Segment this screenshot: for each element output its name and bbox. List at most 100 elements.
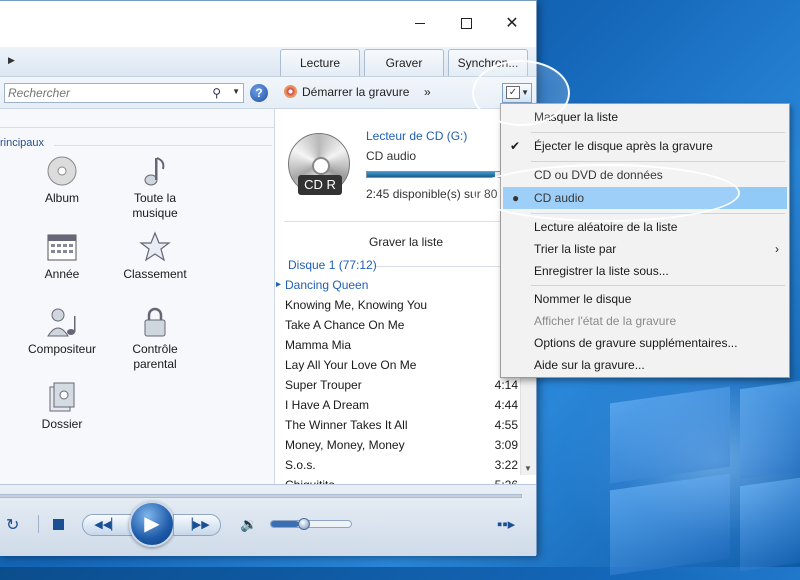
category-composer[interactable]: Compositeur xyxy=(17,306,107,357)
play-button[interactable]: ▶ xyxy=(129,501,175,547)
track-list: Dancing Queen3:Knowing Me, Knowing You4:… xyxy=(276,275,520,495)
previous-button[interactable]: ◀◀▏ xyxy=(82,514,132,536)
burn-disc-icon xyxy=(284,85,297,98)
track-row[interactable]: I Have A Dream 4:44 xyxy=(276,395,520,415)
drive-name-link[interactable]: Lecteur de CD (G:) xyxy=(366,129,467,143)
category-label: Dossier xyxy=(41,417,83,431)
track-title: Super Trouper xyxy=(285,378,362,392)
close-button[interactable]: ✕ xyxy=(489,9,535,39)
calendar-icon xyxy=(47,234,77,261)
track-row[interactable]: S.o.s. 3:22 xyxy=(276,455,520,475)
next-button[interactable]: ▕▶▶ xyxy=(173,514,221,536)
help-icon[interactable]: ? xyxy=(250,84,268,102)
highlight-ellipse xyxy=(472,164,740,222)
tab-graver[interactable]: Graver xyxy=(364,49,444,76)
track-duration: 3:22 xyxy=(494,458,518,472)
search-icon[interactable]: ⚲ xyxy=(212,86,221,100)
stop-button[interactable] xyxy=(53,519,64,530)
windows-logo-pane xyxy=(610,386,730,484)
tab-bar: ▶ Lecture Graver Synchron... xyxy=(0,47,536,77)
divider xyxy=(284,221,532,222)
category-all-music[interactable]: Toute la musique xyxy=(110,155,200,221)
track-title: Lay All Your Love On Me xyxy=(285,358,417,372)
category-rating[interactable]: Classement xyxy=(110,231,200,282)
category-year[interactable]: Année xyxy=(17,231,107,282)
menu-item-sort-list[interactable]: Trier la liste par › xyxy=(501,238,789,260)
highlight-ellipse xyxy=(472,60,570,126)
album-disc-icon xyxy=(47,156,77,186)
menu-item-label: Trier la liste par xyxy=(534,242,617,256)
menu-separator xyxy=(531,132,785,133)
disc-capacity-fill xyxy=(367,172,496,177)
section-heading: rincipaux xyxy=(0,137,45,149)
track-duration: 4:44 xyxy=(494,398,518,412)
track-title: Knowing Me, Knowing You xyxy=(285,298,428,312)
seek-bar[interactable] xyxy=(0,494,522,498)
track-row[interactable]: Dancing Queen3: xyxy=(276,275,520,295)
menu-item-label: Options de gravure supplémentaires... xyxy=(534,336,738,350)
chevron-right-icon: › xyxy=(775,242,779,256)
category-label: Contrôle parental xyxy=(132,342,178,371)
volume-slider[interactable] xyxy=(270,520,352,528)
expand-arrow-icon[interactable]: ▶ xyxy=(8,55,15,66)
burn-options-menu: Masquer la liste ✔ Éjecter le disque aprè… xyxy=(500,103,790,378)
menu-item-label: Lecture aléatoire de la liste xyxy=(534,220,678,234)
track-row[interactable]: The Winner Takes It All 4:55 xyxy=(276,415,520,435)
start-burn-label: Démarrer la gravure xyxy=(302,85,410,99)
track-row[interactable]: Money, Money, Money 3:09 xyxy=(276,435,520,455)
category-truncated[interactable]: nt xyxy=(0,341,12,356)
category-label: Album xyxy=(44,191,79,205)
volume-icon[interactable]: 🔉 xyxy=(240,516,257,533)
switch-to-now-playing-icon[interactable]: ▪▪▸ xyxy=(497,515,515,533)
search-box: ⚲ ▼ xyxy=(4,83,244,103)
divider xyxy=(0,127,275,128)
menu-item-label: Nommer le disque xyxy=(534,292,632,306)
start-burn-button[interactable]: Démarrer la gravure xyxy=(284,85,409,99)
category-parental-control[interactable]: Contrôle parental xyxy=(110,306,200,372)
burn-list-title: Graver la liste xyxy=(368,235,444,249)
track-title: Take A Chance On Me xyxy=(285,318,405,332)
track-duration: 4:14 xyxy=(494,378,518,392)
search-input[interactable] xyxy=(5,84,200,102)
disc-capacity-bar xyxy=(366,171,501,178)
minimize-button[interactable] xyxy=(397,9,443,39)
category-label: Compositeur xyxy=(27,342,97,356)
menu-item-burn-help[interactable]: Aide sur la gravure... xyxy=(501,354,789,376)
search-dropdown-icon[interactable]: ▼ xyxy=(232,87,240,96)
track-title: Money, Money, Money xyxy=(285,438,405,452)
category-label: Toute la musique xyxy=(132,191,178,220)
category-label: Classement xyxy=(123,267,187,281)
menu-item-save-list-as[interactable]: Enregistrer la liste sous... xyxy=(501,260,789,282)
repeat-icon[interactable]: ↻ xyxy=(6,515,19,535)
menu-separator xyxy=(531,161,785,162)
track-row[interactable]: Mamma Mia4: xyxy=(276,335,520,355)
media-player-window: ✕ ▶ Lecture Graver Synchron... ⚲ ▼ ? Dém… xyxy=(0,0,537,556)
category-album[interactable]: Album xyxy=(17,155,107,206)
checkmark-icon: ✔ xyxy=(510,139,521,153)
menu-item-label: Afficher l'état de la gravure xyxy=(534,314,677,328)
volume-knob[interactable] xyxy=(298,518,310,530)
menu-item-eject-after-burn[interactable]: ✔ Éjecter le disque après la gravure xyxy=(501,135,789,157)
disc-header[interactable]: Disque 1 (77:12) xyxy=(288,258,377,272)
track-title: Mamma Mia xyxy=(285,338,352,352)
category-folder[interactable]: Dossier xyxy=(17,381,107,432)
volume-fill xyxy=(271,521,299,527)
menu-item-more-burn-options[interactable]: Options de gravure supplémentaires... xyxy=(501,332,789,354)
track-row[interactable]: Take A Chance On Me4: xyxy=(276,315,520,335)
scroll-down-icon[interactable]: ▼ xyxy=(524,464,532,473)
windows-logo-pane xyxy=(740,477,800,572)
more-commands-icon[interactable]: » xyxy=(424,85,431,99)
windows-logo-pane xyxy=(610,473,730,576)
tab-lecture[interactable]: Lecture xyxy=(280,49,360,76)
track-title: Dancing Queen xyxy=(285,278,369,292)
maximize-button[interactable] xyxy=(443,9,489,39)
music-note-icon xyxy=(144,157,165,186)
menu-item-name-disc[interactable]: Nommer le disque xyxy=(501,288,789,310)
track-row[interactable]: Super Trouper 4:14 xyxy=(276,375,520,395)
track-row[interactable]: Knowing Me, Knowing You4: xyxy=(276,295,520,315)
lock-icon xyxy=(144,307,166,337)
track-row[interactable]: Lay All Your Love On Me4: xyxy=(276,355,520,375)
menu-item-label: Éjecter le disque après la gravure xyxy=(534,139,713,153)
menu-item-label: Aide sur la gravure... xyxy=(534,358,645,372)
track-title: I Have A Dream xyxy=(285,398,370,412)
